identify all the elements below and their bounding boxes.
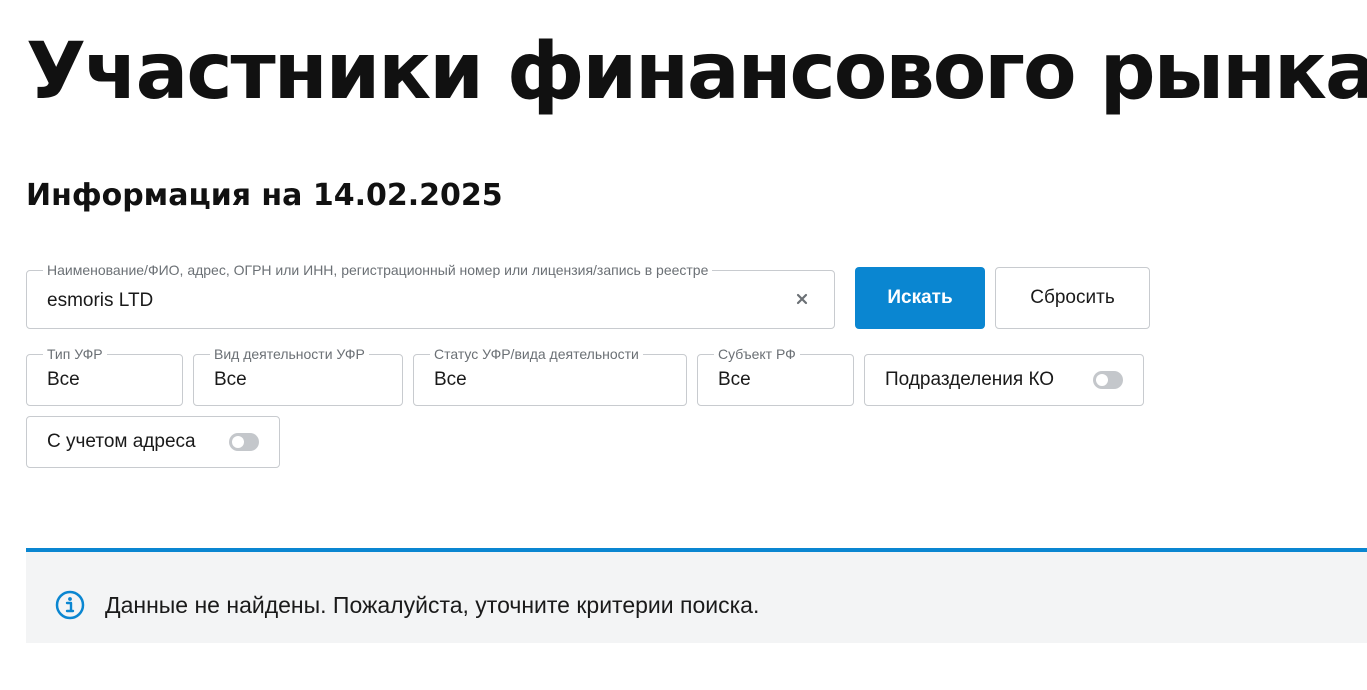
search-field[interactable]: Наименование/ФИО, адрес, ОГРН или ИНН, р…	[26, 262, 835, 329]
reset-button[interactable]: Сбросить	[995, 267, 1150, 329]
filter-label: Субъект РФ	[714, 346, 800, 362]
page-title: Участники финансового рынка	[26, 27, 1367, 117]
filter-value: Все	[718, 369, 751, 390]
filter-status-select[interactable]: Статус УФР/вида деятельности Все	[413, 346, 687, 406]
filter-label: Статус УФР/вида деятельности	[430, 346, 643, 362]
notice-text: Данные не найдены. Пожалуйста, уточните …	[105, 592, 760, 618]
no-results-notice: Данные не найдены. Пожалуйста, уточните …	[26, 548, 1367, 643]
with-address-label: С учетом адреса	[47, 431, 196, 452]
search-field-label: Наименование/ФИО, адрес, ОГРН или ИНН, р…	[43, 262, 713, 278]
with-address-toggle-box[interactable]: С учетом адреса	[26, 416, 280, 468]
filter-label: Вид деятельности УФР	[210, 346, 369, 362]
filter-ufr-type-select[interactable]: Тип УФР Все	[26, 346, 183, 406]
with-address-toggle[interactable]	[229, 433, 259, 451]
page: Участники финансового рынка Информация н…	[0, 0, 1367, 690]
filter-value: Все	[214, 369, 247, 390]
filter-region-select[interactable]: Субъект РФ Все	[697, 346, 854, 406]
info-date-heading: Информация на 14.02.2025	[26, 178, 503, 213]
ko-divisions-label: Подразделения КО	[885, 369, 1055, 390]
close-icon[interactable]	[794, 291, 810, 307]
ko-divisions-toggle-box[interactable]: Подразделения КО	[864, 354, 1144, 406]
search-button[interactable]: Искать	[855, 267, 985, 329]
info-icon	[54, 589, 86, 621]
filter-value: Все	[47, 369, 80, 390]
filter-label: Тип УФР	[43, 346, 107, 362]
filter-activity-type-select[interactable]: Вид деятельности УФР Все	[193, 346, 403, 406]
filter-value: Все	[434, 369, 467, 390]
search-input[interactable]: esmoris LTD	[47, 290, 153, 312]
ko-divisions-toggle[interactable]	[1093, 371, 1123, 389]
